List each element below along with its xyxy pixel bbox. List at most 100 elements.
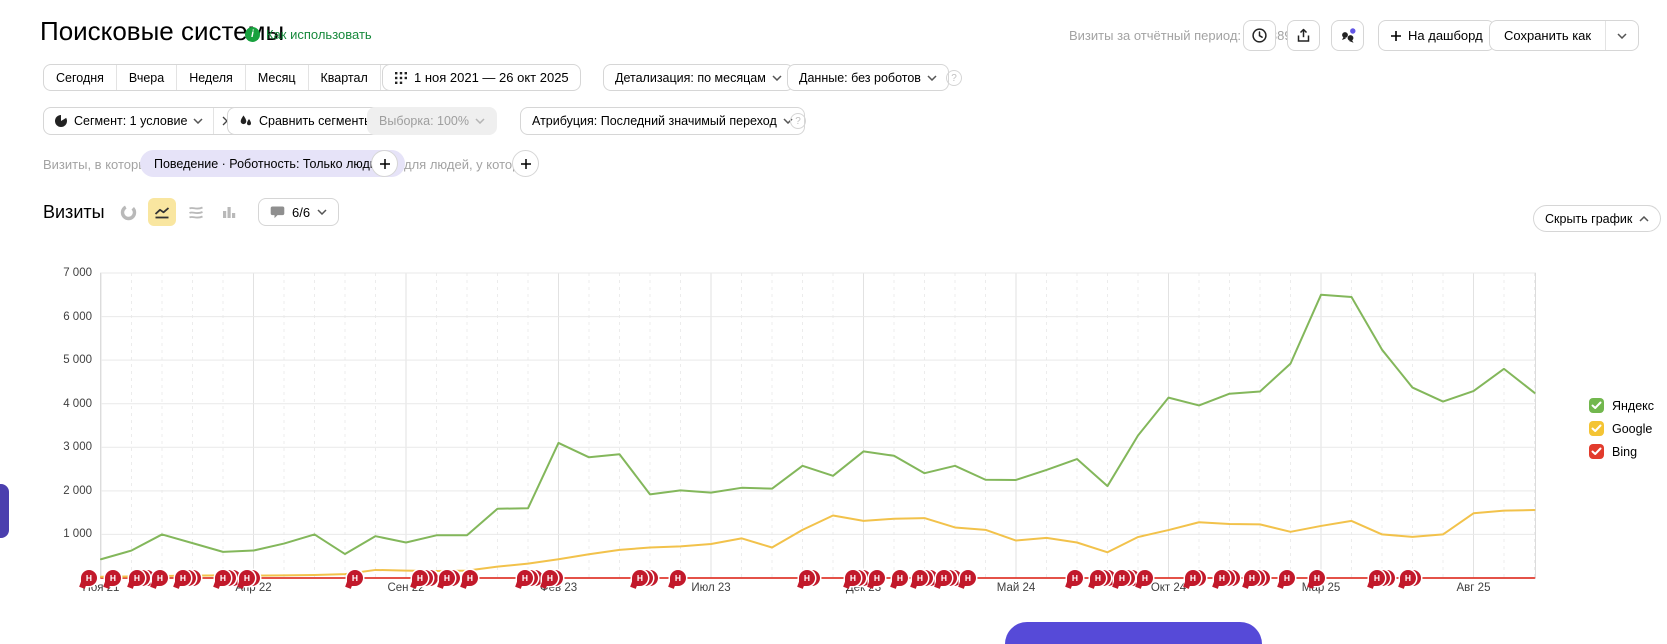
annotation-marker[interactable]: Н	[542, 570, 558, 586]
save-as-dropdown-toggle[interactable]	[1605, 21, 1638, 50]
annotation-marker[interactable]: Н	[439, 570, 455, 586]
annotation-marker[interactable]: Н	[892, 570, 908, 586]
stacked-area-icon	[187, 203, 205, 221]
period-tab-4[interactable]: Квартал	[308, 65, 380, 90]
annotation-marker[interactable]: Н	[799, 570, 815, 586]
chart-legend: Яндекс Google Bing	[1589, 398, 1667, 468]
donut-chart-icon	[120, 204, 137, 221]
legend-item-bing[interactable]: Bing	[1589, 444, 1637, 459]
segment-group: Сегмент: 1 условие	[43, 107, 240, 135]
x-tick-label: Окт 24	[1151, 582, 1186, 594]
annotation-marker[interactable]: Н	[239, 570, 255, 586]
x-tick-label: Авг 25	[1457, 582, 1491, 594]
hide-chart-button[interactable]: Скрыть график	[1533, 205, 1661, 232]
help-icon[interactable]: ?	[790, 113, 806, 129]
export-button[interactable]	[1287, 20, 1320, 51]
check-icon	[1591, 401, 1602, 410]
annotation-marker[interactable]: Н	[215, 570, 231, 586]
period-tab-1[interactable]: Вчера	[116, 65, 176, 90]
legend-item-яндекс[interactable]: Яндекс	[1589, 398, 1654, 413]
annotation-marker[interactable]: Н	[1214, 570, 1230, 586]
metric-label: Визиты	[43, 202, 105, 223]
chart-type-area-button[interactable]	[182, 198, 210, 226]
y-tick-label: 1 000	[37, 528, 92, 540]
help-icon[interactable]: ?	[946, 70, 962, 86]
chevron-down-icon	[317, 209, 327, 215]
annotation-marker[interactable]: Н	[81, 570, 97, 586]
y-tick-label: 5 000	[37, 354, 92, 366]
y-axis-labels: 7 0006 0005 0004 0003 0002 0001 0000	[37, 255, 92, 585]
sampling-dropdown[interactable]: Выборка: 100%	[367, 107, 497, 135]
annotation-marker[interactable]: Н	[670, 570, 686, 586]
period-tab-2[interactable]: Неделя	[176, 65, 245, 90]
legend-item-google[interactable]: Google	[1589, 421, 1652, 436]
annotation-marker[interactable]: Н	[1244, 570, 1260, 586]
plus-icon	[379, 158, 391, 170]
legend-checkbox[interactable]	[1589, 398, 1604, 413]
annotation-marker[interactable]: Н	[936, 570, 952, 586]
annotation-marker[interactable]: Н	[1309, 570, 1325, 586]
filter-chip-robotness[interactable]: Поведение · Роботность: Только люди	[140, 150, 405, 177]
chevron-down-icon	[193, 118, 203, 124]
annotation-marker[interactable]: Н	[517, 570, 533, 586]
chart-type-columns-button[interactable]	[215, 198, 243, 226]
calendar-grid-icon	[394, 71, 408, 85]
annotation-marker[interactable]: Н	[632, 570, 648, 586]
check-icon	[1591, 424, 1602, 433]
side-panel-handle[interactable]	[0, 484, 9, 538]
period-tabs: СегодняВчераНеделяМесяцКварталГод	[43, 64, 426, 91]
annotation-marker[interactable]: Н	[1114, 570, 1130, 586]
add-to-dashboard-button[interactable]: На дашборд	[1378, 20, 1495, 51]
annotation-marker[interactable]: Н	[1137, 570, 1153, 586]
annotation-marker[interactable]: Н	[175, 570, 191, 586]
export-icon	[1295, 27, 1312, 44]
annotation-marker[interactable]: Н	[1185, 570, 1201, 586]
annotation-marker[interactable]: Н	[845, 570, 861, 586]
legend-checkbox[interactable]	[1589, 444, 1604, 459]
annotation-marker[interactable]: Н	[347, 570, 363, 586]
annotation-marker[interactable]: Н	[1369, 570, 1385, 586]
segment-dropdown[interactable]: Сегмент: 1 условие	[44, 108, 213, 134]
save-as-group: Сохранить как	[1489, 20, 1639, 51]
legend-label: Яндекс	[1612, 399, 1654, 413]
info-icon: i	[245, 27, 260, 42]
comments-button[interactable]	[1331, 20, 1364, 51]
data-mode-dropdown[interactable]: Данные: без роботов	[787, 64, 949, 91]
visits-filter-prefix: Визиты, в которых	[43, 157, 154, 172]
period-tab-0[interactable]: Сегодня	[44, 65, 116, 90]
floating-action-button[interactable]	[1005, 622, 1262, 644]
column-chart-icon	[220, 203, 238, 221]
clock-icon	[1251, 27, 1268, 44]
chart-type-line-button[interactable]	[148, 198, 176, 226]
comments-icon	[1339, 27, 1357, 45]
annotation-marker[interactable]: Н	[1090, 570, 1106, 586]
annotation-marker[interactable]: Н	[152, 570, 168, 586]
add-people-filter-button[interactable]	[512, 150, 539, 177]
period-tab-3[interactable]: Месяц	[245, 65, 308, 90]
history-button[interactable]	[1243, 20, 1276, 51]
detalization-dropdown[interactable]: Детализация: по месяцам	[603, 64, 794, 91]
annotation-marker[interactable]: Н	[960, 570, 976, 586]
legend-checkbox[interactable]	[1589, 421, 1604, 436]
line-chart-icon	[153, 203, 171, 221]
attribution-dropdown[interactable]: Атрибуция: Последний значимый переход	[520, 107, 805, 135]
annotation-marker[interactable]: Н	[412, 570, 428, 586]
annotation-marker[interactable]: Н	[869, 570, 885, 586]
annotation-marker[interactable]: Н	[1279, 570, 1295, 586]
annotations-dropdown[interactable]: 6/6	[258, 198, 339, 226]
add-visit-filter-button[interactable]	[371, 150, 398, 177]
visits-chart[interactable]	[100, 255, 1537, 585]
annotation-marker[interactable]: Н	[105, 570, 121, 586]
annotation-marker[interactable]: Н	[1067, 570, 1083, 586]
legend-label: Bing	[1612, 445, 1637, 459]
annotation-marker[interactable]: Н	[129, 570, 145, 586]
annotation-marker[interactable]: Н	[1400, 570, 1416, 586]
plus-icon	[1390, 30, 1402, 42]
how-to-use-link[interactable]: Как использовать	[266, 27, 372, 42]
date-range-button[interactable]: 1 ноя 2021 — 26 окт 2025	[382, 64, 581, 91]
chart-type-pie-button[interactable]	[114, 198, 142, 226]
annotation-marker[interactable]: Н	[912, 570, 928, 586]
annotation-marker[interactable]: Н	[462, 570, 478, 586]
save-as-button[interactable]: Сохранить как	[1490, 21, 1605, 50]
segment-pie-icon	[54, 114, 68, 128]
